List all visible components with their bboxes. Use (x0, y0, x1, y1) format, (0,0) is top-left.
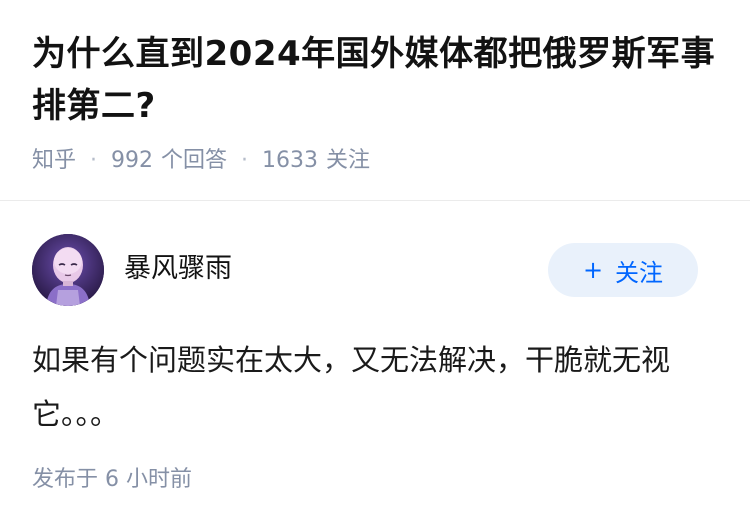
question-header: 为什么直到2024年国外媒体都把俄罗斯军事排第二? 知乎 · 992 个回答 ·… (0, 0, 750, 174)
meta-separator: · (241, 148, 249, 173)
answer-card: 暴风骤雨 + 关注 如果有个问题实在太大，又无法解决，干脆就无视它。。。 发布于… (0, 201, 750, 492)
follow-button-label: 关注 (615, 258, 664, 287)
avatar-image (32, 234, 104, 306)
answer-timestamp: 发布于 6 小时前 (32, 467, 192, 492)
answer-content[interactable]: 如果有个问题实在太大，又无法解决，干脆就无视它。。。 (32, 333, 712, 441)
answer-count-label[interactable]: 个回答 (161, 146, 227, 176)
zhihu-question-page: 为什么直到2024年国外媒体都把俄罗斯军事排第二? 知乎 · 992 个回答 ·… (0, 0, 750, 532)
follow-button[interactable]: + 关注 (548, 243, 698, 297)
author-name[interactable]: 暴风骤雨 (124, 251, 232, 287)
meta-separator: · (90, 148, 98, 173)
plus-icon: + (582, 256, 604, 284)
follower-count-label[interactable]: 关注 (326, 146, 370, 176)
follower-count: 1633 (262, 148, 319, 173)
question-meta: 知乎 · 992 个回答 · 1633 关注 (32, 146, 718, 176)
answer-count: 992 (111, 148, 154, 173)
source-label[interactable]: 知乎 (32, 146, 76, 176)
author-row: 暴风骤雨 + 关注 (0, 201, 750, 306)
bald-hero-avatar-icon[interactable] (32, 234, 104, 306)
question-title[interactable]: 为什么直到2024年国外媒体都把俄罗斯军事排第二? (32, 28, 718, 132)
